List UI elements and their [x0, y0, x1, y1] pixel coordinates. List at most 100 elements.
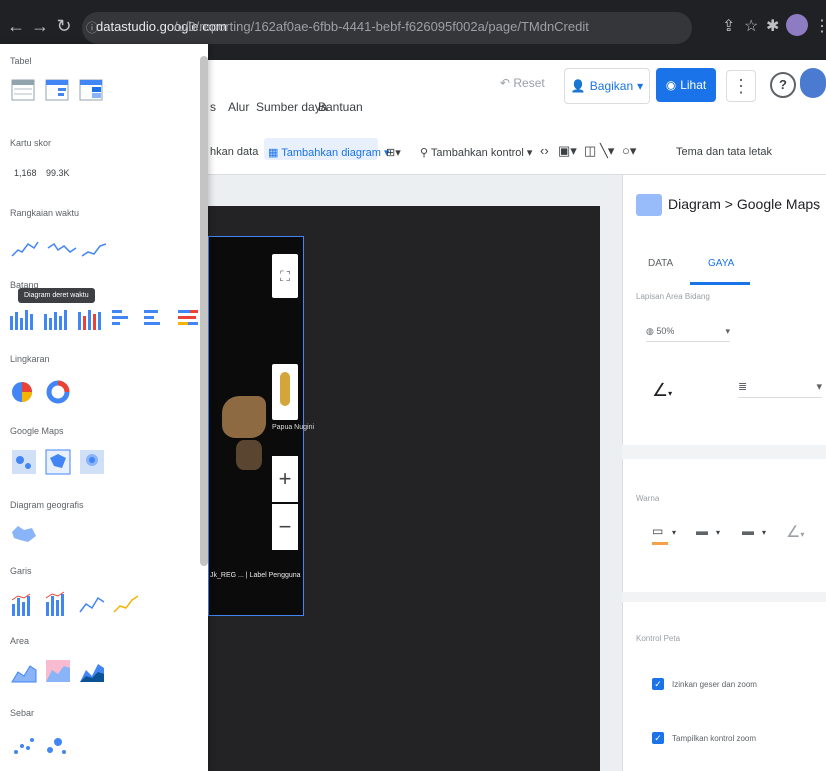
- stacked-combo-icon[interactable]: [45, 591, 65, 616]
- map-caption: Jk_REG ... | Label Pengguna: [210, 572, 301, 579]
- bubble-chart-icon[interactable]: [47, 738, 66, 754]
- line-icon[interactable]: ╲▾: [600, 143, 614, 159]
- help-icon[interactable]: ?: [770, 72, 796, 98]
- filled-map-icon[interactable]: [45, 449, 71, 475]
- section-label-area: Area: [10, 636, 30, 646]
- view-button[interactable]: ◉ Lihat: [656, 68, 716, 102]
- breadcrumb-separator: >: [724, 196, 733, 212]
- table-icon[interactable]: [11, 79, 35, 101]
- fill-opacity-select[interactable]: ◍ 50% ▾: [646, 326, 730, 342]
- heatmap-icon[interactable]: [80, 450, 104, 474]
- reload-icon[interactable]: ↻: [54, 16, 74, 37]
- table-thumbnails: [11, 79, 103, 101]
- image-icon[interactable]: ▣▾: [558, 143, 577, 159]
- menu-item-partial[interactable]: s: [210, 100, 216, 114]
- user-avatar[interactable]: [800, 68, 826, 98]
- grouped-bar-icon[interactable]: [144, 310, 160, 325]
- pegman-icon: [280, 372, 290, 406]
- add-data-button[interactable]: hkan data: [210, 146, 258, 158]
- url-path: /u/0/reporting/162af0ae-6fbb-4441-bebf-f…: [174, 19, 589, 34]
- bubble-map-icon[interactable]: [12, 450, 36, 474]
- text-color-icon[interactable]: ▭: [652, 524, 668, 545]
- line-chart-icon[interactable]: [79, 596, 105, 613]
- fullscreen-icon[interactable]: ⛶: [272, 254, 298, 298]
- theme-layout-button[interactable]: Tema dan tata letak: [676, 146, 772, 158]
- share-label: Bagikan: [589, 79, 634, 93]
- border-weight-select[interactable]: ≣ ▾: [738, 380, 822, 398]
- border-color-swatch-icon[interactable]: ∠▾: [786, 522, 804, 542]
- text-icon[interactable]: ◫: [584, 143, 596, 159]
- breadcrumb-leaf: Google Maps: [736, 196, 821, 212]
- bar-chart-icon[interactable]: [112, 310, 128, 325]
- share-page-icon[interactable]: ⇪: [722, 16, 735, 36]
- column-chart-icon[interactable]: [10, 310, 33, 330]
- scatter-thumbnails: [14, 738, 66, 754]
- panel-collapse-icon[interactable]: ›: [816, 200, 820, 214]
- border-color-icon[interactable]: ∠▾: [652, 380, 672, 401]
- bookmark-star-icon[interactable]: ☆: [744, 16, 758, 36]
- section-label-line: Garis: [10, 566, 32, 576]
- add-control-button[interactable]: ⚲ Tambahkan kontrol ▾: [420, 146, 532, 159]
- chevron-down-icon: ▾: [716, 528, 721, 537]
- forward-icon[interactable]: →: [30, 16, 50, 37]
- more-options-icon[interactable]: ⋮: [726, 70, 756, 102]
- view-label: Lihat: [680, 78, 707, 92]
- table-heatmap-icon[interactable]: [79, 79, 103, 101]
- section-divider: [622, 445, 826, 459]
- community-viz-icon[interactable]: ⊞▾: [386, 146, 401, 159]
- scorecard-icon[interactable]: 1,168: [14, 168, 37, 178]
- share-button[interactable]: 👤 Bagikan ▾: [564, 68, 650, 104]
- percent-area-icon[interactable]: [80, 664, 104, 682]
- menu-item-bantuan[interactable]: Bantuan: [318, 100, 363, 114]
- smoothed-time-series-icon[interactable]: [81, 243, 107, 257]
- undo-icon: ↶: [500, 76, 514, 90]
- tab-data[interactable]: DATA: [648, 258, 673, 269]
- section-label-scatter: Sebar: [10, 708, 35, 718]
- background-color-icon[interactable]: ▬: [742, 524, 758, 542]
- browser-profile-avatar[interactable]: [786, 14, 808, 36]
- stacked-area-icon[interactable]: [46, 660, 70, 682]
- embed-code-icon[interactable]: ‹›: [540, 143, 549, 158]
- zoom-out-button[interactable]: −: [272, 504, 298, 550]
- grouped-column-icon[interactable]: [44, 310, 67, 330]
- table-bar-icon[interactable]: [45, 79, 69, 101]
- section-label-pie: Lingkaran: [10, 354, 50, 364]
- pie-thumbnails: [12, 380, 70, 404]
- area-chart-icon[interactable]: [11, 665, 37, 683]
- zoom-control-checkbox[interactable]: ✓: [652, 732, 664, 744]
- scatter-chart-icon[interactable]: [14, 738, 34, 754]
- scorecard-compact-icon[interactable]: 99.3K: [46, 168, 70, 178]
- bar-thumbnails: [10, 310, 198, 330]
- back-icon[interactable]: ←: [6, 16, 26, 37]
- donut-chart-icon[interactable]: [46, 380, 70, 404]
- geo-chart-icon[interactable]: [10, 522, 40, 548]
- pan-zoom-checkbox[interactable]: ✓: [652, 678, 664, 690]
- menu-item-sumber-daya[interactable]: Sumber daya: [256, 100, 327, 114]
- stacked-column-icon[interactable]: [78, 310, 101, 330]
- stacked-bar-icon[interactable]: [178, 310, 198, 325]
- time-series-icon[interactable]: [11, 241, 39, 257]
- section-divider-2: [622, 592, 826, 602]
- zoom-control-label: Tampilkan kontrol zoom: [672, 734, 757, 743]
- reset-button[interactable]: ↶ Reset: [500, 76, 545, 90]
- smoothed-line-icon[interactable]: [113, 595, 139, 613]
- fill-color-icon[interactable]: ▬: [696, 524, 712, 542]
- zoom-in-button[interactable]: +: [272, 456, 298, 502]
- line-thumbnails: [11, 591, 139, 616]
- menu-item-alur[interactable]: Alur: [228, 100, 249, 114]
- layer-label: Lapisan Area Bidang: [636, 292, 710, 301]
- extensions-icon[interactable]: ✱: [766, 16, 779, 36]
- tab-style[interactable]: GAYA: [708, 258, 734, 269]
- browser-menu-icon[interactable]: ⋮: [814, 16, 826, 36]
- section-label-time-series: Rangkaian waktu: [10, 208, 80, 218]
- add-chart-button[interactable]: ▦ Tambahkan diagram ▾: [268, 146, 390, 159]
- sparkline-icon[interactable]: [47, 242, 77, 253]
- breadcrumb-root: Diagram: [668, 196, 721, 212]
- chart-icon: ▦: [268, 147, 282, 159]
- shape-icon[interactable]: ○▾: [622, 143, 636, 159]
- chevron-down-icon: ▾: [762, 528, 767, 537]
- fill-opacity-value: 50%: [656, 326, 675, 336]
- add-person-icon: 👤: [570, 79, 586, 93]
- pie-chart-icon[interactable]: [12, 382, 32, 402]
- combo-chart-icon[interactable]: [11, 593, 31, 616]
